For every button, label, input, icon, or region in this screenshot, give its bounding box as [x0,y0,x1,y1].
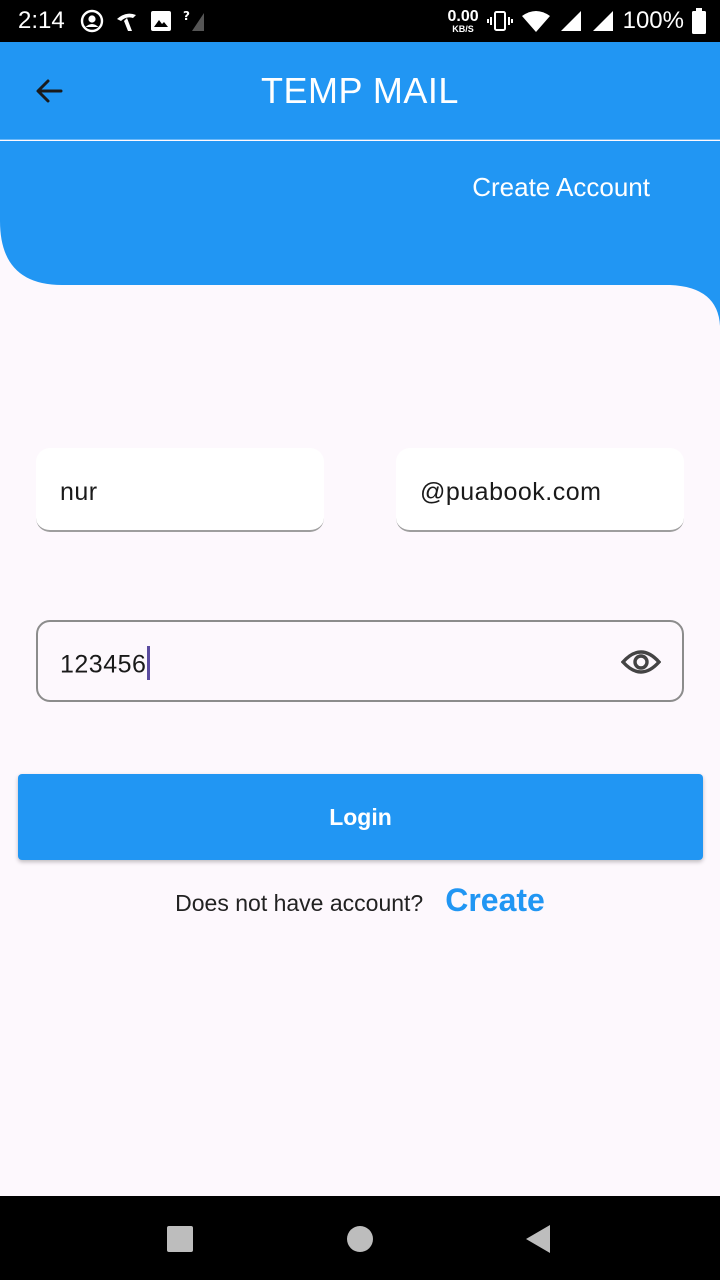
login-button[interactable]: Login [18,774,703,860]
header-curve [0,141,720,326]
home-button[interactable] [343,1222,377,1256]
signal-2-icon [592,11,613,31]
toggle-visibility-button[interactable] [620,644,662,680]
recents-square-icon [167,1226,193,1252]
net-speed-value: 0.00 [447,7,479,25]
password-value: 123456 [60,646,151,683]
home-circle-icon [347,1226,373,1252]
wifi-icon [521,11,550,32]
status-bar: 2:14 ? 0.00 KB/S 100% [0,0,720,42]
signal-icon [560,11,581,31]
create-link[interactable]: Create [445,882,545,919]
image-icon [151,11,171,31]
battery-percent: 100% [622,7,684,34]
text-caret [147,646,151,680]
net-speed: 0.00 KB/S [447,7,479,34]
nav-back-button[interactable] [521,1222,555,1256]
password-input[interactable]: 123456 [36,620,684,702]
navigation-bar [0,1196,720,1280]
create-account-link[interactable]: Create Account [472,172,650,203]
status-time: 2:14 [18,7,65,34]
no-signal-icon: ? [183,9,204,31]
system-icons: 0.00 KB/S 100% [447,4,706,38]
password-text: 123456 [60,650,147,679]
username-input[interactable]: nur [36,448,324,532]
carrier-icon [117,13,136,31]
account-circle-icon [80,9,104,33]
domain-value: @puabook.com [420,478,602,506]
eye-icon [621,650,661,674]
vibrate-icon [486,11,513,31]
svg-text:?: ? [183,9,190,23]
domain-input[interactable]: @puabook.com [396,448,684,532]
signup-prompt: Does not have account? [175,890,424,916]
battery-icon [692,8,706,34]
app-bar: TEMP MAIL [0,42,720,140]
app-title: TEMP MAIL [261,70,459,111]
recents-button[interactable] [163,1222,197,1256]
net-speed-unit: KB/S [452,23,474,34]
back-triangle-icon [526,1225,550,1253]
username-value: nur [60,478,98,506]
signup-row: Does not have account? Create [0,882,720,919]
notification-icons: ? [80,8,206,34]
